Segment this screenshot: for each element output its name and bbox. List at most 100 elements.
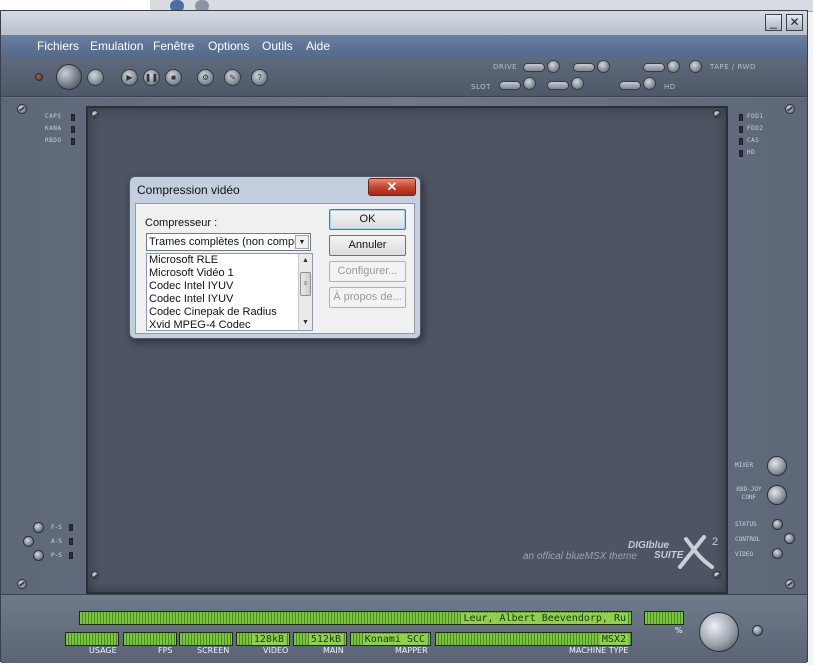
volume-knob[interactable] <box>699 612 739 652</box>
percent-label: % <box>675 626 683 635</box>
led-cas-label: CAS <box>747 137 760 144</box>
dialog-title: Compression vidéo <box>137 183 240 197</box>
scroll-thumb[interactable]: ≡ <box>300 272 311 296</box>
led-hd-label: HD <box>747 149 756 156</box>
slot-label: SLOT <box>471 83 491 91</box>
help-button[interactable]: ? <box>251 69 268 86</box>
list-scrollbar[interactable]: ▲ ≡ ▼ <box>298 254 312 330</box>
drive-a-slider[interactable] <box>523 63 545 72</box>
volume-mute-toggle[interactable] <box>752 625 763 636</box>
window-titlebar: _ ✕ <box>1 11 807 35</box>
list-item[interactable]: Microsoft RLE <box>149 254 218 267</box>
list-item[interactable]: Codec Cinepak de Radius <box>149 306 277 319</box>
drive-b-slider[interactable] <box>573 63 595 72</box>
led-hd: HD <box>739 149 779 159</box>
fs-toggle[interactable] <box>33 522 44 533</box>
menu-emulation[interactable]: Emulation <box>90 39 143 53</box>
minimize-button[interactable]: _ <box>765 14 782 31</box>
screw-icon <box>17 579 27 589</box>
led-cas: CAS <box>739 137 779 147</box>
ok-button[interactable]: OK <box>329 209 406 230</box>
main-memory-label: MAIN <box>323 646 344 655</box>
led-fdd2: FDD2 <box>739 125 779 135</box>
video-toggle[interactable] <box>772 548 783 559</box>
main-memory-display: 512kB <box>293 632 347 646</box>
slot-2-eject-button[interactable] <box>571 77 584 90</box>
scroll-up-icon[interactable]: ▲ <box>300 255 311 266</box>
screw-icon <box>91 110 99 118</box>
list-item[interactable]: Xvid MPEG-4 Codec <box>149 319 250 330</box>
mixer-label: MIXER <box>735 462 754 469</box>
mixer-knob[interactable] <box>767 456 787 476</box>
chevron-down-icon[interactable]: ▼ <box>295 235 309 249</box>
main-memory-value: 512kB <box>308 634 343 645</box>
dialog-body: Compresseur : Trames complètes (non comp… <box>135 203 415 334</box>
drive-b-eject-button[interactable] <box>597 60 610 73</box>
hd-eject-button[interactable] <box>643 77 656 90</box>
power-led-icon <box>35 73 43 81</box>
credits-text: Leur, Albert Beevendorp, Ru <box>461 613 628 624</box>
list-item[interactable]: Codec Intel IYUV <box>149 293 233 306</box>
menu-aide[interactable]: Aide <box>306 39 330 53</box>
hd-label: HD <box>664 83 676 91</box>
control-label: CONTROL <box>735 536 761 543</box>
hd-slider[interactable] <box>619 81 641 90</box>
usage-label: USAGE <box>89 646 117 655</box>
list-item[interactable]: Codec Intel IYUV <box>149 280 233 293</box>
video-memory-display: 128kB <box>236 632 290 646</box>
scroll-down-icon[interactable]: ▼ <box>300 317 311 328</box>
kbd-joy-knob[interactable] <box>767 485 787 505</box>
pause-button[interactable]: ❚❚ <box>143 69 160 86</box>
play-button[interactable]: ▶ <box>121 69 138 86</box>
ps-toggle[interactable] <box>33 550 44 561</box>
slot-1-slider[interactable] <box>499 81 521 90</box>
ps-label: P-S <box>51 552 62 559</box>
menu-options[interactable]: Options <box>208 39 249 53</box>
tape-rewind-button[interactable] <box>689 60 702 73</box>
led-rbdo-label: RBDO <box>45 137 62 144</box>
tools-icon-button[interactable]: ⚙ <box>197 69 214 86</box>
dialog-close-button[interactable]: ✕ <box>368 178 416 196</box>
menu-outils[interactable]: Outils <box>262 39 293 53</box>
tape-slider[interactable] <box>643 63 665 72</box>
led-caps: CAPS <box>45 113 85 123</box>
led-icon <box>739 114 743 121</box>
slot-2-slider[interactable] <box>547 81 569 90</box>
control-toggle[interactable] <box>784 533 795 544</box>
brand-x2-logo-icon: 2 <box>678 535 718 569</box>
drive-a-eject-button[interactable] <box>547 60 560 73</box>
stop-button[interactable]: ■ <box>165 69 182 86</box>
led-rbdo: RBDO <box>45 137 85 147</box>
cancel-button[interactable]: Annuler <box>329 235 406 256</box>
screw-icon <box>91 571 99 579</box>
led-fdd2-label: FDD2 <box>747 125 764 132</box>
status-toggle[interactable] <box>772 519 783 530</box>
led-icon <box>739 126 743 133</box>
menu-bar: Fichiers Emulation Fenêtre Options Outil… <box>1 35 807 57</box>
about-button[interactable]: À propos de... <box>329 287 406 308</box>
compressor-selected-value: Trames complètes (non compr <box>149 236 298 248</box>
list-item[interactable]: Microsoft Vidéo 1 <box>149 267 234 280</box>
credits-display: Leur, Albert Beevendorp, Ru <box>79 611 632 625</box>
usage-display <box>65 632 119 646</box>
menu-fenetre[interactable]: Fenêtre <box>153 39 194 53</box>
screw-icon <box>713 110 721 118</box>
led-icon <box>69 538 73 545</box>
as-toggle[interactable] <box>23 536 34 547</box>
reset-button[interactable] <box>87 69 104 86</box>
close-window-button[interactable]: ✕ <box>786 14 803 31</box>
toolbar: ▶ ❚❚ ■ ⚙ ✎ ? DRIVE SLOT TAPE / RWD HD <box>1 57 807 97</box>
configure-button[interactable]: Configurer... <box>329 261 406 282</box>
mapper-display: Konami SCC <box>350 632 431 646</box>
settings-icon-button[interactable]: ✎ <box>224 69 241 86</box>
compressor-select[interactable]: Trames complètes (non compr ▼ <box>146 233 311 251</box>
led-kana-label: KANA <box>45 125 62 132</box>
compressor-list[interactable]: Microsoft RLE Microsoft Vidéo 1 Codec In… <box>146 253 313 331</box>
menu-fichiers[interactable]: Fichiers <box>37 39 79 53</box>
slot-1-eject-button[interactable] <box>523 77 536 90</box>
tape-eject-button[interactable] <box>667 60 680 73</box>
video-memory-value: 128kB <box>251 634 286 645</box>
led-icon <box>71 126 75 133</box>
fps-label: FPS <box>158 646 173 655</box>
power-knob[interactable] <box>56 64 82 90</box>
